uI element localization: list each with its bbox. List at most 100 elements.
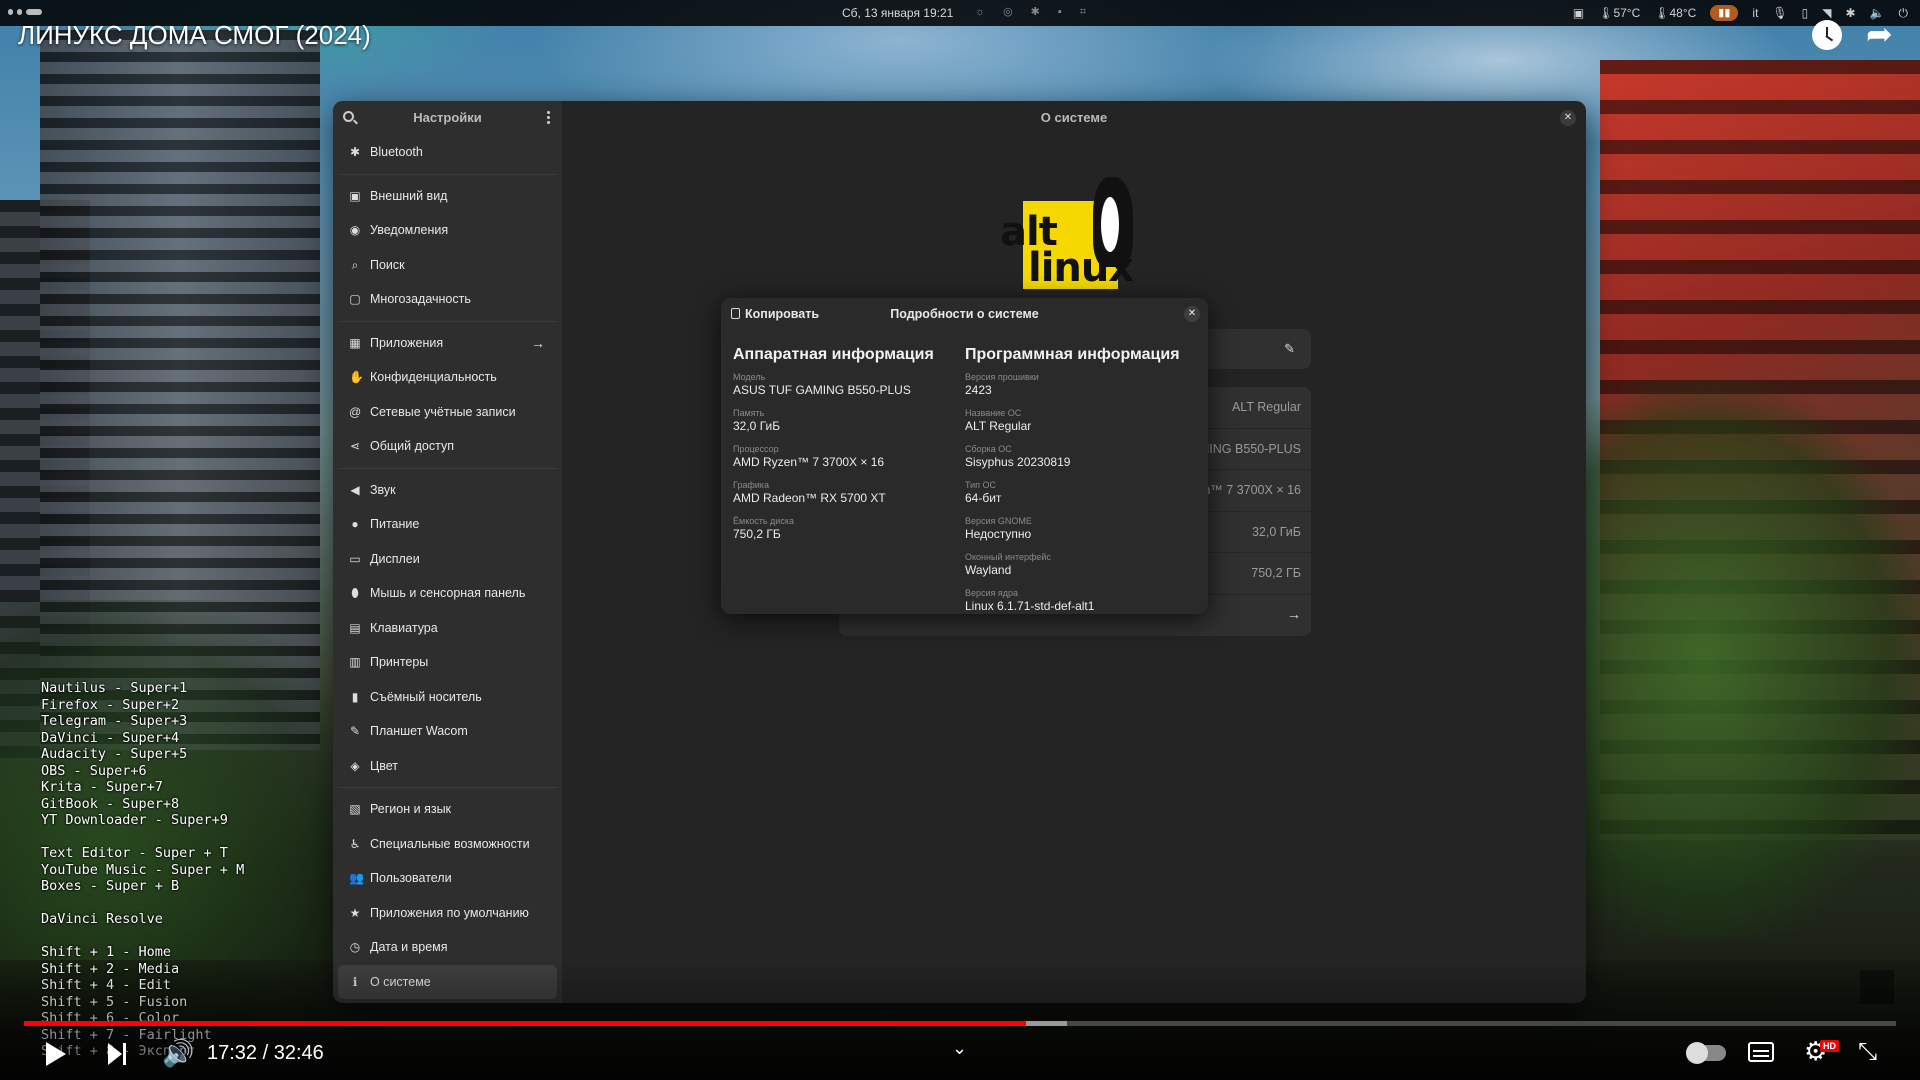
software-heading: Программная информация xyxy=(965,346,1180,363)
bluetooth-icon: ✱ xyxy=(1845,6,1856,20)
hardware-info-column: Аппаратная информация Модель ASUS TUF GAM… xyxy=(733,346,953,552)
sidebar-item-label: Общий доступ xyxy=(370,439,454,453)
battery-icon: ▯ xyxy=(1801,6,1809,20)
sidebar-item-label: Съёмный носитель xyxy=(370,689,482,704)
sidebar-item[interactable]: ▥ Принтеры xyxy=(338,645,557,680)
kebab-menu-icon[interactable] xyxy=(547,110,550,124)
sidebar-item-label: Сетевые учётные записи xyxy=(370,404,516,419)
volume-icon[interactable]: 🔊 xyxy=(162,1040,194,1066)
sidebar-item[interactable]: ◀ Звук xyxy=(338,473,557,508)
bluetooth-icon: ✱ xyxy=(349,145,361,159)
power-icon[interactable]: ⏻ xyxy=(1899,6,1909,21)
sidebar-title: Настройки xyxy=(413,110,482,125)
chevron-down-icon[interactable]: ⌄ xyxy=(952,1038,967,1059)
watch-later-icon[interactable] xyxy=(1812,20,1842,50)
desk-lamp-icon xyxy=(1860,970,1894,1004)
info-field-label: Память xyxy=(733,408,765,418)
sidebar-item[interactable]: ⋖ Общий доступ xyxy=(338,429,557,464)
info-field-label: Тип ОС xyxy=(965,480,997,490)
sidebar-item[interactable]: ▧ Регион и язык xyxy=(338,792,557,827)
sidebar-item[interactable]: ⌕ Поиск xyxy=(338,248,557,283)
alt-linux-logo: alt linux xyxy=(1000,171,1150,289)
sidebar-item[interactable]: ★ Приложения по умолчанию xyxy=(338,896,557,931)
video-title[interactable]: ЛИНУКС ДОМА СМОГ (2024) xyxy=(18,20,371,51)
shortcut-line: Nautilus - Super+1 xyxy=(41,680,188,696)
info-field-value: Linux 6.1.71-std-def-alt1 xyxy=(965,599,1095,613)
region-icon: ▧ xyxy=(349,802,361,816)
sidebar-item-label: Звук xyxy=(370,482,396,497)
sidebar-item[interactable]: ▢ Многозадачность xyxy=(338,282,557,317)
sidebar-item[interactable]: ◈ Цвет xyxy=(338,749,557,784)
sidebar-item-label: Bluetooth xyxy=(370,145,423,159)
sidebar-item-label: Клавиатура xyxy=(370,620,438,635)
info-field: Модель ASUS TUF GAMING B550-PLUS xyxy=(733,372,953,408)
activities-indicator[interactable] xyxy=(8,9,48,15)
top-bar-status-icons: ☼◎✱▪⌗ xyxy=(975,6,1104,18)
edit-pencil-icon[interactable]: ✎ xyxy=(1284,341,1295,357)
autoplay-toggle[interactable] xyxy=(1686,1042,1726,1064)
sidebar-item[interactable]: ▮ Съёмный носитель xyxy=(338,680,557,715)
sidebar-item[interactable]: ⬮ Мышь и сенсорная панель xyxy=(338,576,557,611)
sidebar-item[interactable]: ✋ Конфиденциальность xyxy=(338,360,557,395)
exit-fullscreen-icon[interactable]: ⤡ xyxy=(1858,1040,1877,1064)
info-field: Версия ядра Linux 6.1.71-std-def-alt1 xyxy=(965,588,1185,614)
top-bar-clock[interactable]: Сб, 13 января 19:21 xyxy=(842,6,953,20)
sharing-icon: ⋖ xyxy=(349,439,361,453)
screenshot-icon[interactable]: ▣ xyxy=(1573,6,1584,20)
hardware-heading: Аппаратная информация xyxy=(733,346,934,363)
info-field: Процессор AMD Ryzen™ 7 3700X × 16 xyxy=(733,444,953,480)
info-field-label: Ёмкость диска xyxy=(733,516,794,526)
info-field-value: 2423 xyxy=(965,383,992,397)
sidebar-item-label: Внешний вид xyxy=(370,188,448,203)
info-field-label: Версия ядра xyxy=(965,588,1019,598)
sidebar-item[interactable]: ▭ Дисплеи xyxy=(338,542,557,577)
sidebar-item-label: Питание xyxy=(370,517,420,531)
sidebar-item[interactable]: ▦ Приложения → xyxy=(338,326,557,361)
screen-recording-indicator[interactable]: ▮▮ xyxy=(1710,5,1739,21)
arrow-right-icon: → xyxy=(531,334,545,351)
sidebar-item-label: Уведомления xyxy=(370,223,449,237)
sidebar-item-label: Планшет Wacom xyxy=(370,724,468,738)
sidebar-item[interactable]: ✱ Bluetooth xyxy=(338,135,557,170)
play-icon[interactable] xyxy=(46,1042,66,1066)
sidebar-item[interactable]: ▤ Клавиатура xyxy=(338,611,557,646)
close-window-button[interactable]: ✕ xyxy=(1560,110,1576,126)
subtitles-icon[interactable] xyxy=(1748,1042,1774,1062)
info-field-value: AMD Radeon™ RX 5700 XT xyxy=(733,491,886,505)
sidebar-item[interactable]: ✎ Планшет Wacom xyxy=(338,714,557,749)
sidebar-item-label: Принтеры xyxy=(370,655,429,669)
sidebar-item-label: Специальные возможности xyxy=(370,836,530,851)
sidebar-item[interactable]: ▣ Внешний вид xyxy=(338,179,557,214)
wacom-icon: ✎ xyxy=(349,724,361,738)
sidebar-separator xyxy=(338,787,557,788)
info-field-label: Сборка ОС xyxy=(965,444,1012,454)
keyboard-layout[interactable]: it xyxy=(1752,6,1758,20)
sidebar-item[interactable]: ● Питание xyxy=(338,507,557,542)
dialog-title: Подробности о системе xyxy=(890,307,1039,321)
shortcut-line: YT Downloader - Super+9 xyxy=(41,812,228,828)
sidebar-item[interactable]: @ Сетевые учётные записи xyxy=(338,395,557,430)
next-video-icon[interactable] xyxy=(108,1043,126,1065)
wallpaper-foliage-right xyxy=(1560,380,1920,940)
shortcut-line: Krita - Super+7 xyxy=(41,779,163,795)
info-field: Сборка ОС Sisyphus 20230819 xyxy=(965,444,1185,480)
info-field-label: Оконный интерфейс xyxy=(965,552,1051,562)
share-icon[interactable]: ➦ xyxy=(1866,18,1893,50)
arrow-right-icon: → xyxy=(1287,605,1301,622)
close-dialog-button[interactable]: ✕ xyxy=(1184,306,1200,322)
sidebar-item[interactable]: ◉ Уведомления xyxy=(338,213,557,248)
sidebar-item[interactable]: ♿ Специальные возможности xyxy=(338,827,557,862)
search-icon: ⌕ xyxy=(351,257,359,272)
video-progress-bar[interactable] xyxy=(24,1021,1896,1026)
shortcut-spacer xyxy=(41,895,244,912)
cpu-temp: 🌡57°C xyxy=(1598,6,1641,20)
info-field: Графика AMD Radeon™ RX 5700 XT xyxy=(733,480,953,516)
info-field-value: AMD Ryzen™ 7 3700X × 16 xyxy=(733,455,885,469)
shortcut-line: Firefox - Super+2 xyxy=(41,696,180,713)
window-title: О системе xyxy=(1040,110,1108,125)
sidebar-separator xyxy=(338,320,557,322)
system-tray[interactable]: ▣ 🌡57°C 🌡48°C ▮▮ it 🎙 ▯ ◥ ✱ 🔈 ⏻ xyxy=(1573,5,1908,21)
sidebar-list: ✱ Bluetooth ▣ Внешний вид ◉ Уведомления ⌕ Поиск… xyxy=(338,135,557,999)
sidebar-item[interactable]: 👥 Пользователи xyxy=(338,861,557,896)
sidebar-item-label: Поиск xyxy=(370,257,405,272)
